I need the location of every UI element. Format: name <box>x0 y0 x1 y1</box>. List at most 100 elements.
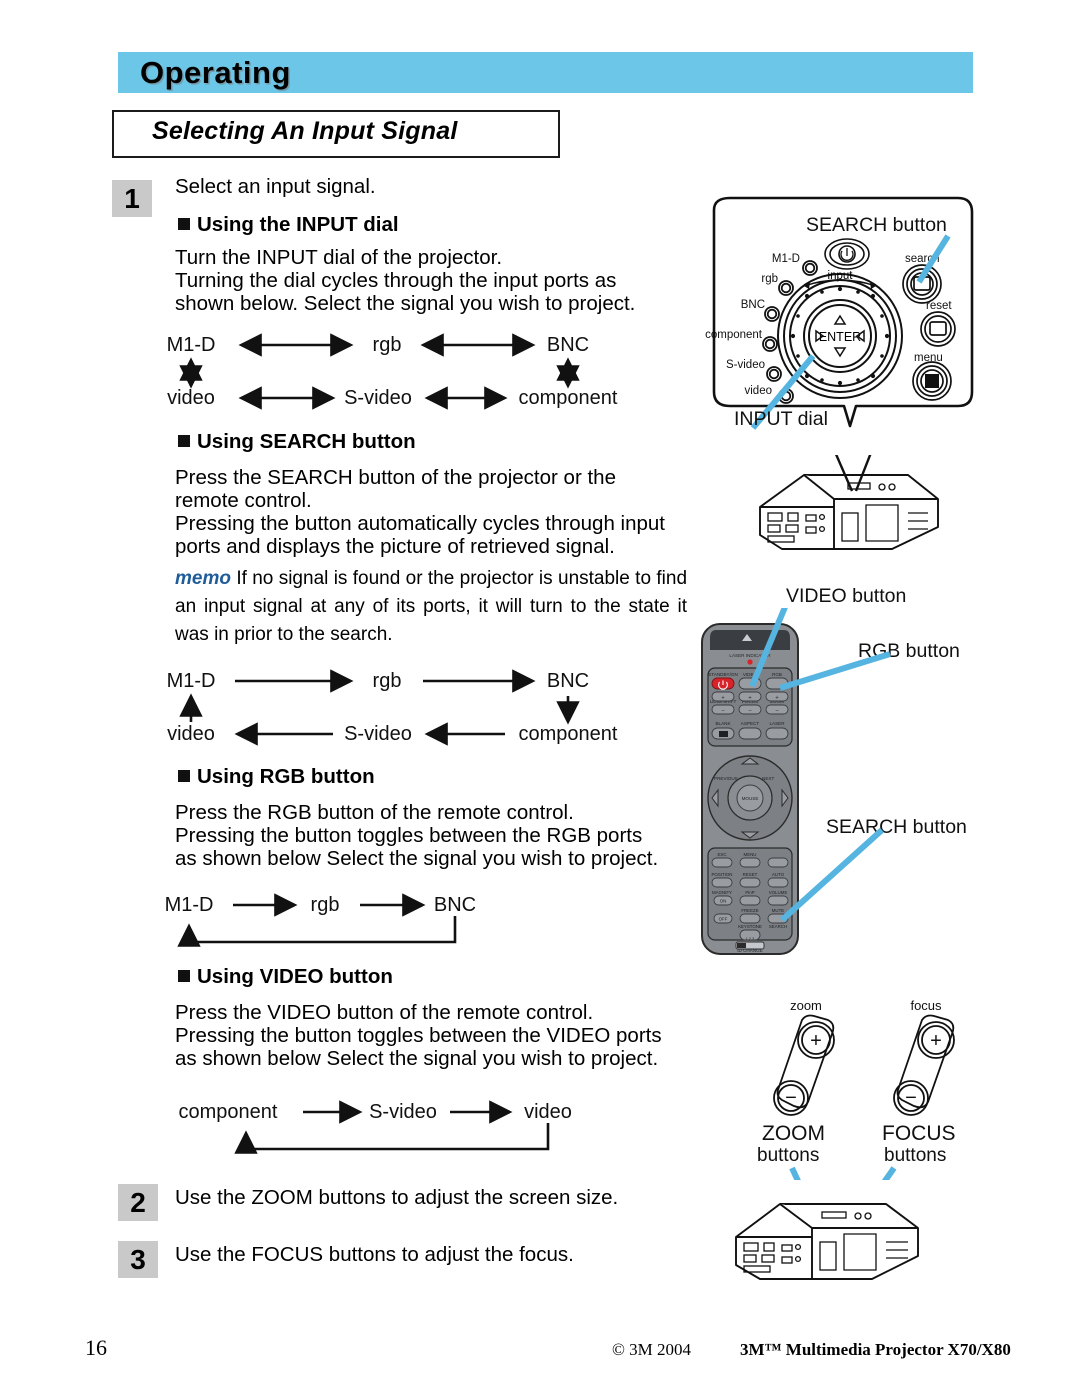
diagram-rgb-cycle: M1-D rgb BNC <box>165 890 515 950</box>
callout-search-button-panel: SEARCH button <box>806 214 947 236</box>
enter-label: ENTER <box>819 330 861 344</box>
callout-input-dial: INPUT dial <box>734 408 828 430</box>
page-number: 16 <box>85 1335 107 1360</box>
paragraph-rgb-3: as shown below Select the signal you wis… <box>175 847 659 870</box>
remote-label-blank: BLANK <box>715 721 731 726</box>
step-text-1: Select an input signal. <box>175 175 376 198</box>
illustration-projector-bottom <box>722 1182 942 1302</box>
bullet-square-icon <box>178 435 190 447</box>
remote-label-id-positions: 1 2 3 <box>746 937 754 941</box>
remote-label-volume: VOLUME <box>769 890 788 895</box>
node-label: M1-D <box>167 670 216 692</box>
node-label: component <box>519 723 618 745</box>
remote-label-magnify: MAGNIFY <box>712 890 732 895</box>
paragraph-video-3: as shown below Select the signal you wis… <box>175 1047 659 1070</box>
step-text-2: Use the ZOOM buttons to adjust the scree… <box>175 1186 619 1209</box>
node-label: rgb <box>373 334 402 356</box>
remote-label-magnify-off: OFF <box>719 917 728 922</box>
lens-label-zoom-small: zoom <box>790 998 822 1013</box>
node-label: S-video <box>344 387 412 409</box>
remote-label-search: SEARCH <box>769 924 787 929</box>
remote-label-aspect: ASPECT <box>741 721 760 726</box>
step-badge-3: 3 <box>118 1241 158 1278</box>
node-label: component <box>179 1101 278 1123</box>
remote-label-mouse: MOUSE <box>742 796 759 801</box>
caption-focus-buttons-line2: buttons <box>884 1145 947 1166</box>
remote-label-next: NEXT <box>762 776 774 781</box>
svg-text:+: + <box>721 696 725 702</box>
remote-label-magnify-on: ON <box>720 899 727 904</box>
svg-text:+: + <box>748 696 752 702</box>
diagram-video-cycle: component S-video video <box>178 1097 598 1157</box>
led-label-m1d: M1-D <box>772 253 800 265</box>
memo-label: memo <box>175 568 231 589</box>
led-label-svideo: S-video <box>726 359 765 371</box>
page-title: Operating <box>140 55 291 90</box>
paragraph-search-4: ports and displays the picture of retrie… <box>175 535 615 558</box>
remote-label-previous: PREVIOUS <box>714 776 738 781</box>
remote-label-standby: STANDBY/ON <box>708 672 738 677</box>
remote-label-mute: MUTE <box>772 908 785 913</box>
led-label-video: video <box>745 385 773 397</box>
manual-page: Operating Selecting An Input Signal 1 Se… <box>0 0 1080 1397</box>
node-label: rgb <box>373 670 402 692</box>
footer-copyright: © 3M 2004 <box>612 1340 692 1359</box>
svg-text:−: − <box>721 709 725 715</box>
step-badge-1: 1 <box>112 180 152 217</box>
bullet-square-icon <box>178 970 190 982</box>
paragraph-input-dial-3: shown below. Select the signal you wish … <box>175 292 636 315</box>
remote-label-position: POSITION <box>712 872 733 877</box>
led-label-component: component <box>705 329 763 341</box>
led-label-rgb: rgb <box>761 273 778 285</box>
focus-minus-icon: − <box>905 1087 917 1109</box>
footer-model: 3M™ Multimedia Projector X70/X80 <box>740 1340 1011 1359</box>
illustration-remote-control: LASER INDICATOR STANDBY/ON VIDEO RGB LEN… <box>690 574 990 965</box>
remote-label-rgb: RGB <box>772 672 782 677</box>
remote-label-keystone: KEYSTONE <box>738 924 762 929</box>
svg-text:+: + <box>775 696 779 702</box>
remote-label-auto: AUTO <box>772 872 785 877</box>
svg-text:−: − <box>775 709 779 715</box>
memo-note: memo If no signal is found or the projec… <box>175 565 687 649</box>
heading-video-button: Using VIDEO button <box>178 965 393 989</box>
caption-zoom-buttons-line1: ZOOM <box>762 1122 825 1145</box>
remote-label-reset: RESET <box>743 872 758 877</box>
illustration-projector-top <box>742 444 952 570</box>
node-label: component <box>519 387 618 409</box>
pointer-line-focus <box>849 1166 897 1230</box>
diagram-search-cycle: M1-D rgb BNC video S-video component <box>167 666 635 746</box>
section-title: Selecting An Input Signal <box>152 117 458 145</box>
node-label: M1-D <box>165 894 214 916</box>
focus-plus-icon: + <box>930 1030 942 1052</box>
callout-video-button: VIDEO button <box>786 585 907 607</box>
diagram-dial-cycle: M1-D rgb BNC video S-video component <box>167 330 635 410</box>
led-label-bnc: BNC <box>741 299 765 311</box>
node-label: S-video <box>369 1101 437 1123</box>
remote-label-esc: ESC <box>717 852 726 857</box>
memo-text: If no signal is found or the projector i… <box>175 568 688 645</box>
heading-search-button: Using SEARCH button <box>178 430 416 454</box>
remote-label-freeze: FREEZE <box>741 908 758 913</box>
heading-input-dial: Using the INPUT dial <box>178 213 399 237</box>
zoom-plus-icon: + <box>810 1030 822 1052</box>
node-label: BNC <box>434 894 476 916</box>
zoom-minus-icon: − <box>785 1087 797 1109</box>
bullet-square-icon <box>178 770 190 782</box>
caption-focus-buttons-line1: FOCUS <box>882 1122 956 1145</box>
node-label: M1-D <box>167 334 216 356</box>
svg-text:−: − <box>748 709 752 715</box>
caption-zoom-buttons-line2: buttons <box>757 1145 820 1166</box>
step-text-3: Use the FOCUS buttons to adjust the focu… <box>175 1243 574 1266</box>
lens-label-focus-small: focus <box>910 998 942 1013</box>
node-label: BNC <box>547 334 589 356</box>
remote-label-pinp: PinP <box>745 890 754 895</box>
node-label: video <box>167 387 215 409</box>
step-badge-2: 2 <box>118 1184 158 1221</box>
pointer-line-zoom <box>789 1166 819 1222</box>
bullet-square-icon <box>178 218 190 230</box>
node-label: rgb <box>311 894 340 916</box>
node-label: video <box>524 1101 572 1123</box>
node-label: BNC <box>547 670 589 692</box>
heading-rgb-button: Using RGB button <box>178 765 375 789</box>
remote-label-laser: LASER <box>769 721 785 726</box>
